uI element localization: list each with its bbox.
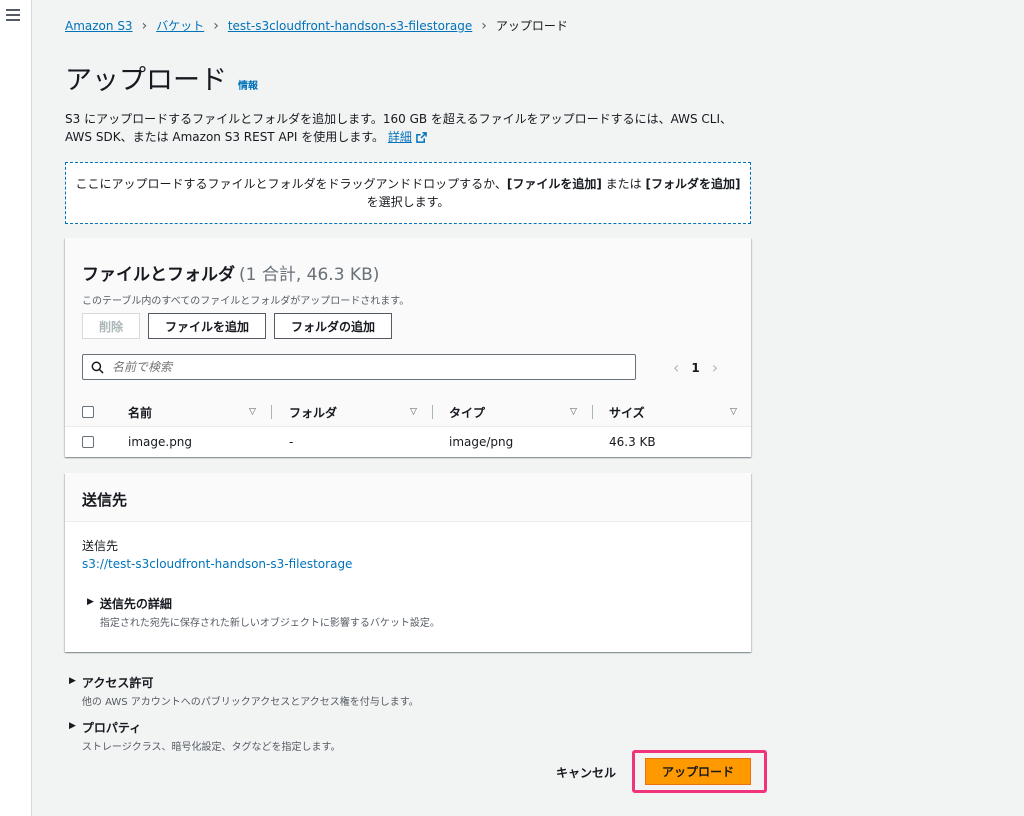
sort-icon[interactable]: ▽ bbox=[249, 398, 256, 426]
column-divider bbox=[592, 405, 593, 419]
row-checkbox[interactable] bbox=[82, 436, 94, 448]
dropzone-add-files: [ファイルを追加] bbox=[506, 177, 602, 191]
dropzone-text-2: を選択します。 bbox=[366, 195, 450, 209]
destination-panel: 送信先 送信先 s3://test-s3cloudfront-handson-s… bbox=[65, 473, 751, 652]
properties-title: プロパティ bbox=[81, 721, 142, 735]
caret-right-icon: ▶ bbox=[69, 676, 76, 686]
access-desc: 他の AWS アカウントへのパブリックアクセスとアクセス権を付与します。 bbox=[81, 697, 419, 708]
properties-expander[interactable]: ▶ プロパティ ストレージクラス、暗号化設定、タグなどを指定します。 bbox=[69, 719, 341, 753]
next-page-icon[interactable]: › bbox=[712, 358, 718, 377]
search-field[interactable] bbox=[82, 354, 636, 380]
info-link[interactable]: 情報 bbox=[238, 77, 258, 92]
breadcrumb-bucket[interactable]: test-s3cloudfront-handson-s3-filestorage bbox=[228, 19, 472, 33]
sort-icon[interactable]: ▽ bbox=[410, 398, 417, 426]
destination-header: 送信先 bbox=[65, 473, 751, 522]
page-number[interactable]: 1 bbox=[691, 361, 699, 375]
sort-icon[interactable]: ▽ bbox=[570, 398, 577, 426]
drop-zone[interactable]: ここにアップロードするファイルとフォルダをドラッグアンドドロップするか、[ファイ… bbox=[65, 162, 751, 224]
search-icon bbox=[91, 361, 104, 374]
search-input[interactable] bbox=[110, 359, 614, 375]
row-size: 46.3 KB bbox=[609, 435, 656, 449]
column-size[interactable]: サイズ bbox=[609, 398, 645, 426]
properties-desc: ストレージクラス、暗号化設定、タグなどを指定します。 bbox=[81, 742, 341, 753]
dropzone-text: ここにアップロードするファイルとフォルダをドラッグアンドドロップするか、 bbox=[75, 177, 507, 191]
select-all-cell bbox=[82, 398, 94, 426]
caret-right-icon: ▶ bbox=[69, 721, 76, 731]
files-title: ファイルとフォルダ (1 合計, 46.3 KB) bbox=[82, 260, 379, 285]
files-subtitle: このテーブル内のすべてのファイルとフォルダがアップロードされます。 bbox=[82, 296, 410, 307]
column-name[interactable]: 名前 bbox=[128, 398, 152, 426]
select-all-checkbox[interactable] bbox=[82, 406, 94, 418]
row-select-cell bbox=[82, 427, 94, 457]
external-link-icon bbox=[416, 132, 427, 143]
main-content: Amazon S3 › バケット › test-s3cloudfront-han… bbox=[32, 0, 1024, 816]
dropzone-or: または bbox=[601, 177, 646, 191]
column-type[interactable]: タイプ bbox=[449, 398, 485, 426]
files-actions: 削除 ファイルを追加 フォルダの追加 bbox=[82, 313, 400, 339]
chevron-right-icon: › bbox=[481, 17, 487, 34]
row-folder: - bbox=[289, 435, 294, 449]
destination-details-expander[interactable]: ▶ 送信先の詳細 指定された宛先に保存された新しいオブジェクトに影響するバケット… bbox=[87, 595, 440, 629]
details-link[interactable]: 詳細 bbox=[388, 130, 427, 144]
header: アップロード 情報 bbox=[65, 58, 258, 97]
caret-right-icon: ▶ bbox=[87, 597, 94, 607]
side-navigation bbox=[0, 0, 32, 816]
row-type: image/png bbox=[449, 435, 514, 449]
page-title: アップロード bbox=[65, 65, 227, 96]
delete-button[interactable]: 削除 bbox=[82, 313, 141, 339]
destination-details-desc: 指定された宛先に保存された新しいオブジェクトに影響するバケット設定。 bbox=[99, 618, 440, 629]
destination-uri[interactable]: s3://test-s3cloudfront-handson-s3-filest… bbox=[82, 557, 352, 571]
row-name: image.png bbox=[128, 435, 193, 449]
access-expander[interactable]: ▶ アクセス許可 他の AWS アカウントへのパブリックアクセスとアクセス権を付… bbox=[69, 674, 419, 708]
files-title-text: ファイルとフォルダ bbox=[82, 265, 235, 285]
breadcrumb: Amazon S3 › バケット › test-s3cloudfront-han… bbox=[65, 17, 568, 34]
files-count: (1 合計, 46.3 KB) bbox=[239, 265, 380, 285]
column-folder[interactable]: フォルダ bbox=[289, 398, 337, 426]
files-panel-body: ファイルとフォルダ (1 合計, 46.3 KB) このテーブル内のすべてのファイ… bbox=[65, 238, 751, 457]
add-folder-button[interactable]: フォルダの追加 bbox=[274, 313, 393, 339]
sort-icon[interactable]: ▽ bbox=[730, 398, 737, 426]
page-description: S3 にアップロードするファイルとフォルダを追加します。160 GB を超えるフ… bbox=[65, 110, 755, 146]
destination-label: 送信先 bbox=[82, 539, 119, 553]
pagination: ‹ 1 › bbox=[673, 358, 718, 377]
breadcrumb-current: アップロード bbox=[495, 19, 568, 33]
column-divider bbox=[271, 405, 272, 419]
table-header: 名前 ▽ フォルダ ▽ タイプ ▽ サイズ ▽ bbox=[65, 398, 751, 427]
table-row[interactable]: image.png - image/png 46.3 KB bbox=[65, 427, 751, 457]
files-panel: ファイルとフォルダ (1 合計, 46.3 KB) このテーブル内のすべてのファイ… bbox=[65, 238, 751, 457]
destination-title: 送信先 bbox=[82, 491, 128, 509]
access-title: アクセス許可 bbox=[81, 676, 154, 690]
breadcrumb-buckets[interactable]: バケット bbox=[156, 17, 204, 34]
prev-page-icon[interactable]: ‹ bbox=[673, 358, 679, 377]
chevron-right-icon: › bbox=[213, 17, 219, 34]
dropzone-add-folder: [フォルダを追加] bbox=[645, 177, 741, 191]
upload-button[interactable]: アップロード bbox=[645, 758, 751, 785]
menu-icon[interactable] bbox=[6, 9, 20, 21]
chevron-right-icon: › bbox=[141, 17, 148, 34]
cancel-button[interactable]: キャンセル bbox=[556, 764, 616, 781]
add-files-button[interactable]: ファイルを追加 bbox=[148, 313, 267, 339]
breadcrumb-amazon-s3[interactable]: Amazon S3 bbox=[65, 19, 133, 33]
destination-details-title: 送信先の詳細 bbox=[99, 597, 172, 611]
column-divider bbox=[432, 405, 433, 419]
